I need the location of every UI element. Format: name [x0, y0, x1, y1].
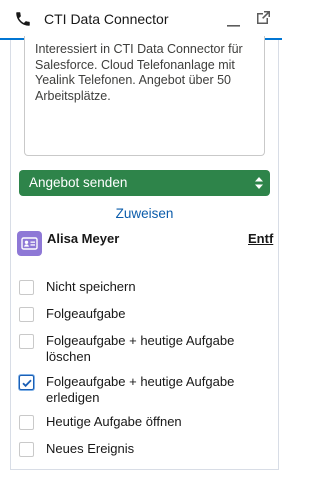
note-textarea[interactable]: Interessiert in CTI Data Connector für S…	[24, 36, 265, 156]
contact-name: Alisa Meyer	[47, 231, 120, 246]
option-label: Heutige Aufgabe öffnen	[46, 414, 182, 429]
checkbox[interactable]	[19, 442, 34, 457]
frame-border-left	[10, 40, 11, 470]
assign-link[interactable]: Zuweisen	[0, 206, 289, 221]
cti-panel: CTI Data Connector Interessiert in CTI D…	[0, 0, 282, 477]
checkbox-checked[interactable]	[19, 375, 34, 390]
checkbox[interactable]	[19, 307, 34, 322]
option-label: Folgeaufgabe + heutige Aufgabe erledigen	[46, 374, 235, 405]
remove-contact-link[interactable]: Entf	[248, 231, 273, 246]
select-arrows-icon	[255, 176, 263, 190]
popout-icon[interactable]	[254, 9, 272, 27]
frame-border-right	[278, 40, 279, 470]
checkbox[interactable]	[19, 334, 34, 349]
checkbox[interactable]	[19, 280, 34, 295]
option-label: Neues Ereignis	[46, 441, 135, 456]
minimize-icon[interactable]	[226, 12, 242, 28]
action-select[interactable]: Angebot senden	[19, 170, 270, 196]
panel-header: CTI Data Connector	[0, 0, 282, 38]
frame-border-bottom	[10, 469, 279, 470]
option-label: Nicht speichern	[46, 279, 136, 294]
action-select-value: Angebot senden	[29, 175, 128, 190]
panel-title: CTI Data Connector	[44, 11, 169, 27]
option-label: Folgeaufgabe	[46, 306, 126, 321]
option-label: Folgeaufgabe + heutige Aufgabe löschen	[46, 333, 235, 364]
checkbox[interactable]	[19, 415, 34, 430]
contact-card-icon	[17, 231, 42, 256]
phone-icon	[14, 10, 32, 28]
